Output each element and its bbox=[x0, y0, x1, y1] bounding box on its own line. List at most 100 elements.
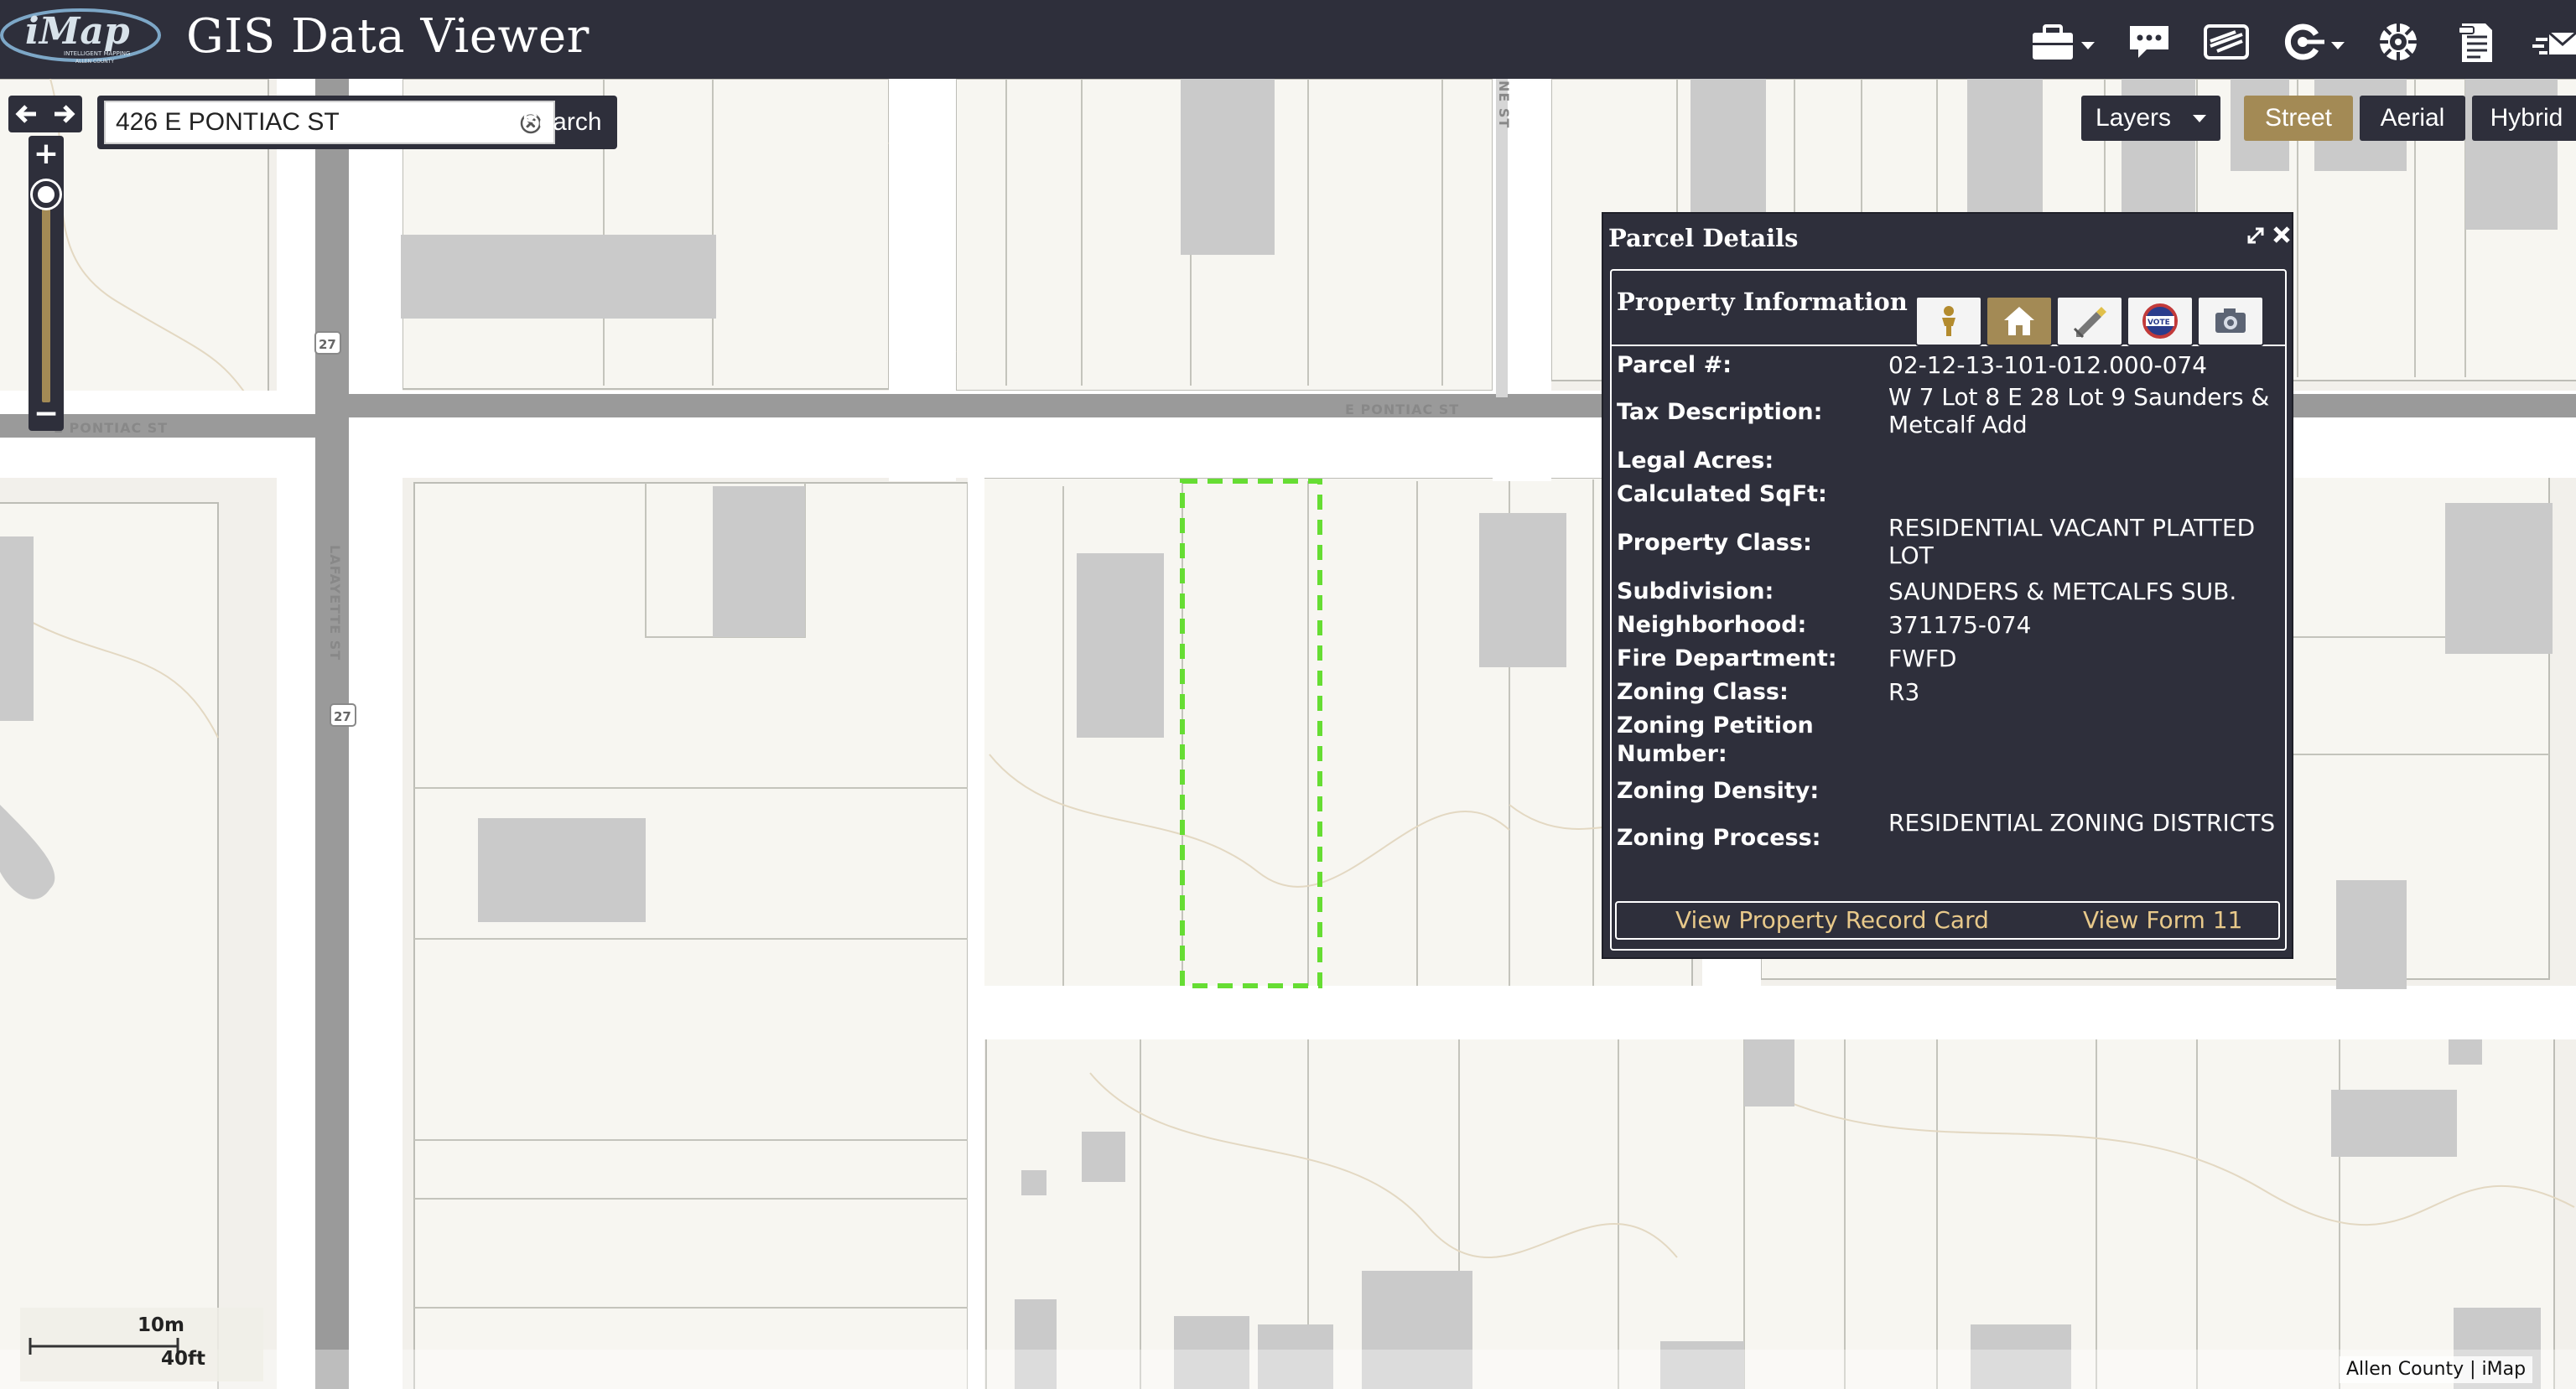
info-label: Tax Description: bbox=[1617, 399, 1823, 425]
logo-subtext: INTELLIGENT MAPPING bbox=[64, 50, 130, 57]
route-shield-south: 27 bbox=[334, 709, 351, 724]
zoom-slider-handle[interactable] bbox=[33, 181, 60, 208]
chevron-down-icon bbox=[2081, 41, 2095, 49]
property-information-section: Property Information VOTE Parcel #: 02-1… bbox=[1610, 269, 2287, 951]
settings-button[interactable] bbox=[2376, 18, 2420, 65]
search-button[interactable]: Search bbox=[480, 96, 617, 149]
property-info-table: Parcel #: 02-12-13-101-012.000-074 Tax D… bbox=[1612, 348, 2285, 951]
table-row: Neighborhood: 371175-074 bbox=[1612, 608, 2285, 641]
tab-assessment[interactable] bbox=[2056, 296, 2123, 346]
info-label: Legal Acres: bbox=[1617, 448, 1774, 474]
basemap-street-button[interactable]: Street bbox=[2244, 96, 2353, 141]
svg-text:VOTE: VOTE bbox=[2148, 319, 2170, 327]
view-property-record-card-link[interactable]: View Property Record Card bbox=[1675, 906, 1989, 934]
street-label-cross: NE ST bbox=[1496, 80, 1512, 128]
camera-icon bbox=[2215, 308, 2246, 333]
table-row: Zoning Process: RESIDENTIAL ZONING DISTR… bbox=[1612, 806, 2285, 869]
tab-property[interactable] bbox=[1986, 296, 2053, 346]
map-attribution: Allen County | iMap bbox=[2340, 1356, 2533, 1383]
chevron-down-icon bbox=[2331, 41, 2345, 49]
zoom-control: + − bbox=[29, 136, 64, 431]
info-value: RESIDENTIAL ZONING DISTRICTS bbox=[1888, 809, 2276, 837]
table-row: Legal Acres: bbox=[1612, 443, 2285, 477]
zoom-slider-track[interactable] bbox=[42, 193, 50, 402]
close-icon[interactable] bbox=[2271, 224, 2293, 246]
street-label-pontiac-west: E PONTIAC ST bbox=[54, 420, 168, 436]
layers-stack-icon bbox=[2204, 24, 2249, 60]
app-header: iMap INTELLIGENT MAPPING ALLEN COUNTY GI… bbox=[0, 0, 2576, 79]
zoom-out-button[interactable]: − bbox=[29, 399, 64, 429]
layers-label: Layers bbox=[2095, 104, 2172, 132]
share-button[interactable] bbox=[2529, 18, 2576, 65]
table-row: Zoning Density: bbox=[1612, 774, 2285, 807]
logo-text: iMap bbox=[25, 10, 130, 53]
feedback-button[interactable] bbox=[2127, 18, 2172, 65]
toolbox-icon bbox=[2033, 24, 2073, 60]
back-arrow-icon[interactable] bbox=[14, 101, 39, 127]
info-label: Property Class: bbox=[1617, 530, 1812, 556]
table-row: Zoning Class: R3 bbox=[1612, 675, 2285, 708]
info-label: Zoning Class: bbox=[1617, 679, 1789, 705]
info-label: Zoning Process: bbox=[1617, 825, 1821, 851]
tab-owner[interactable] bbox=[1915, 296, 1982, 346]
info-value: R3 bbox=[1888, 678, 1920, 706]
scale-imperial-label: 40ft bbox=[161, 1348, 206, 1370]
table-row: Tax Description: W 7 Lot 8 E 28 Lot 9 Sa… bbox=[1612, 381, 2285, 445]
panel-title: Parcel Details bbox=[1608, 224, 1799, 252]
scale-bar: 10m 40ft bbox=[20, 1308, 263, 1381]
zoom-in-button[interactable]: + bbox=[29, 139, 64, 169]
pen-icon bbox=[2073, 307, 2106, 339]
imap-logo[interactable]: iMap INTELLIGENT MAPPING ALLEN COUNTY bbox=[0, 5, 168, 67]
print-button[interactable] bbox=[2457, 18, 2497, 65]
vote-icon: VOTE bbox=[2142, 303, 2178, 339]
info-label: Fire Department: bbox=[1617, 645, 1837, 671]
gis-data-viewer-app: { "app": { "title": "GIS Data Viewer", "… bbox=[0, 0, 2576, 1389]
mail-icon bbox=[2532, 31, 2576, 54]
table-row: Property Class: RESIDENTIAL VACANT PLATT… bbox=[1612, 511, 2285, 574]
parcel-details-panel: Parcel Details Property Information VOTE bbox=[1602, 212, 2293, 959]
table-row: Zoning Petition Number: bbox=[1612, 708, 2285, 772]
forward-arrow-icon[interactable] bbox=[51, 101, 76, 127]
info-value: RESIDENTIAL VACANT PLATTED LOT bbox=[1888, 514, 2256, 569]
info-label: Neighborhood: bbox=[1617, 612, 1807, 638]
app-title: GIS Data Viewer bbox=[186, 9, 589, 64]
tab-photos[interactable] bbox=[2197, 296, 2264, 346]
table-row: Fire Department: FWFD bbox=[1612, 641, 2285, 675]
basemap-hybrid-button[interactable]: Hybrid bbox=[2472, 96, 2576, 141]
layers-list-button[interactable] bbox=[2202, 18, 2251, 65]
route-shield-north: 27 bbox=[319, 337, 336, 352]
tools-icon bbox=[2284, 23, 2324, 60]
search-button-label: Search bbox=[522, 108, 602, 136]
info-label: Subdivision: bbox=[1617, 578, 1774, 604]
expand-icon[interactable] bbox=[2246, 225, 2266, 246]
panel-tab-bar: VOTE bbox=[1915, 296, 2267, 346]
info-label: Zoning Density: bbox=[1617, 778, 1820, 804]
info-value: FWFD bbox=[1888, 645, 1957, 672]
info-value: 371175-074 bbox=[1888, 611, 2032, 639]
clipboard-icon bbox=[2458, 23, 2492, 62]
info-value: SAUNDERS & METCALFS SUB. bbox=[1888, 578, 2237, 605]
info-label: Parcel #: bbox=[1617, 352, 1732, 378]
info-label: Calculated SqFt: bbox=[1617, 481, 1827, 507]
settings-gear-icon bbox=[2380, 23, 2417, 60]
section-title: Property Information bbox=[1617, 288, 1908, 316]
logo-county: ALLEN COUNTY bbox=[75, 59, 114, 65]
tab-voting[interactable]: VOTE bbox=[2127, 296, 2194, 346]
table-row: Parcel #: 02-12-13-101-012.000-074 bbox=[1612, 348, 2285, 381]
layers-dropdown[interactable]: Layers bbox=[2081, 96, 2220, 141]
table-row: Subdivision: SAUNDERS & METCALFS SUB. bbox=[1612, 574, 2285, 608]
tools-menu[interactable] bbox=[2279, 18, 2345, 65]
basemap-aerial-button[interactable]: Aerial bbox=[2360, 96, 2465, 141]
search-bar: Search bbox=[97, 96, 617, 149]
history-nav bbox=[8, 96, 82, 132]
house-icon bbox=[2004, 307, 2034, 335]
toolbox-menu[interactable] bbox=[2029, 18, 2095, 65]
record-links-bar: View Property Record Card View Form 11 bbox=[1615, 901, 2280, 940]
view-form-11-link[interactable]: View Form 11 bbox=[2083, 906, 2242, 934]
scale-metric-label: 10m bbox=[138, 1314, 184, 1336]
street-label-lafayette: LAFAYETTE ST bbox=[327, 545, 343, 661]
info-value: 02-12-13-101-012.000-074 bbox=[1888, 351, 2208, 379]
chevron-down-icon bbox=[2193, 114, 2207, 122]
info-value: W 7 Lot 8 E 28 Lot 9 Saunders & Metcalf … bbox=[1888, 383, 2270, 438]
table-row: Calculated SqFt: bbox=[1612, 477, 2285, 511]
